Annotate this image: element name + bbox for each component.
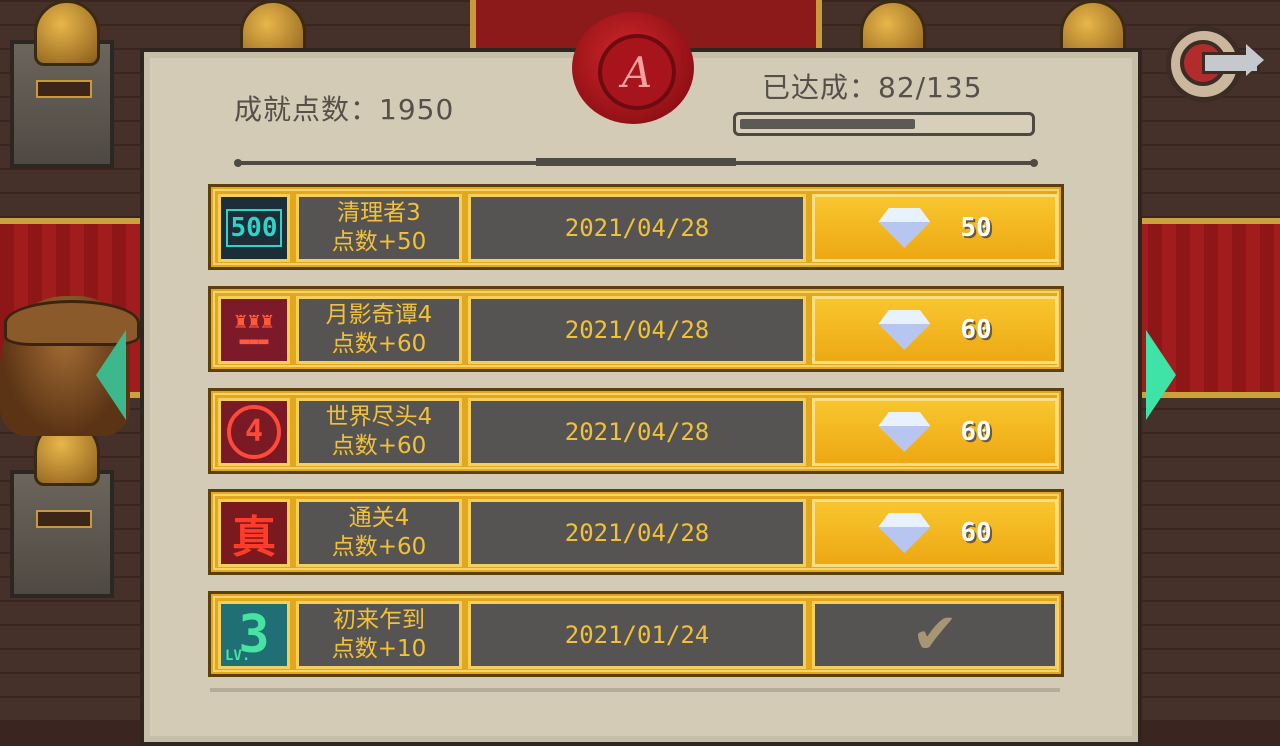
- clear-true-icon: 真: [218, 499, 290, 567]
- previous-page-arrow-icon[interactable]: [96, 330, 126, 420]
- reward-amount: 60: [960, 518, 992, 548]
- achieved-count-label: 已达成：82/135: [762, 71, 983, 104]
- achievement-points: 点数+50: [331, 229, 427, 255]
- claim-reward-button[interactable]: 60: [812, 398, 1058, 466]
- achievement-date: 2021/04/28: [468, 398, 806, 466]
- wax-seal-letter: A: [598, 34, 676, 110]
- achievement-name: 初来乍到: [333, 607, 425, 633]
- achievement-name-cell: 清理者3 点数+50: [296, 194, 462, 262]
- achievement-date: 2021/04/28: [468, 194, 806, 262]
- achievement-points: 点数+10: [331, 636, 427, 662]
- cleaner-500-icon: 500: [218, 194, 290, 262]
- world-end-icon: 4: [218, 398, 290, 466]
- wax-seal: A: [572, 12, 694, 124]
- achievement-name-cell: 初来乍到 点数+10: [296, 601, 462, 669]
- divider-end-dot: [1030, 159, 1038, 167]
- moon-icon-text: ▬▬▬: [239, 331, 269, 350]
- achievement-points: 点数+60: [331, 331, 427, 357]
- achievement-name: 世界尽头4: [325, 404, 433, 430]
- reward-amount: 60: [960, 315, 992, 345]
- achievement-row: 4 世界尽头4 点数+60 2021/04/28 60: [208, 388, 1064, 474]
- achievement-name: 月影奇谭4: [325, 302, 433, 328]
- achievement-progress-fill: [740, 119, 915, 129]
- world-icon-text: 4: [227, 405, 281, 459]
- trophy-icon: [34, 0, 100, 66]
- achievement-points: 点数+60: [331, 534, 427, 560]
- level-icon-prefix: LV.: [225, 648, 251, 664]
- achievement-date: 2021/01/24: [468, 601, 806, 669]
- achievement-row: 3 LV. 初来乍到 点数+10 2021/01/24 ✔: [208, 591, 1064, 677]
- reward-amount: 50: [960, 213, 992, 243]
- list-bottom-rule: [210, 688, 1060, 692]
- achievement-points: 点数+60: [331, 433, 427, 459]
- reward-amount: 60: [960, 417, 992, 447]
- cleaner-icon-text: 500: [225, 209, 283, 247]
- clear-icon-text: 真: [232, 512, 276, 563]
- divider-end-dot: [234, 159, 242, 167]
- level-3-icon: 3 LV.: [218, 601, 290, 669]
- reward-claimed-cell: ✔: [812, 601, 1058, 669]
- achievement-row: 500 清理者3 点数+50 2021/04/28 50: [208, 184, 1064, 270]
- claim-reward-button[interactable]: 50: [812, 194, 1058, 262]
- achievement-date: 2021/04/28: [468, 296, 806, 364]
- moon-shadow-icon: ♜♜♜ ▬▬▬: [218, 296, 290, 364]
- pedestal-plaque: [36, 510, 92, 528]
- moon-castle-glyph: ♜♜♜: [234, 309, 274, 334]
- achievement-name-cell: 通关4 点数+60: [296, 499, 462, 567]
- claim-reward-button[interactable]: 60: [812, 296, 1058, 364]
- diamond-gem-icon: [878, 412, 931, 452]
- achievement-name: 清理者3: [337, 200, 421, 226]
- achievement-progress-bar: [733, 112, 1035, 136]
- trophy-pedestal: [10, 470, 114, 598]
- pedestal-plaque: [36, 80, 92, 98]
- diamond-gem-icon: [878, 208, 931, 248]
- achievement-row: ♜♜♜ ▬▬▬ 月影奇谭4 点数+60 2021/04/28 60: [208, 286, 1064, 372]
- checkmark-icon: ✔: [911, 602, 959, 667]
- header-divider-center: [536, 158, 736, 166]
- achievement-name-cell: 月影奇谭4 点数+60: [296, 296, 462, 364]
- back-arrow-tip: [1246, 44, 1264, 76]
- claim-reward-button[interactable]: 60: [812, 499, 1058, 567]
- achievement-points-label: 成就点数：1950: [234, 93, 455, 126]
- achievement-name: 通关4: [348, 505, 410, 531]
- achievement-row: 真 通关4 点数+60 2021/04/28 60: [208, 489, 1064, 575]
- back-button[interactable]: [1166, 22, 1266, 102]
- next-page-arrow-icon[interactable]: [1146, 330, 1176, 420]
- achievement-name-cell: 世界尽头4 点数+60: [296, 398, 462, 466]
- achievement-date: 2021/04/28: [468, 499, 806, 567]
- diamond-gem-icon: [878, 513, 931, 553]
- diamond-gem-icon: [878, 310, 931, 350]
